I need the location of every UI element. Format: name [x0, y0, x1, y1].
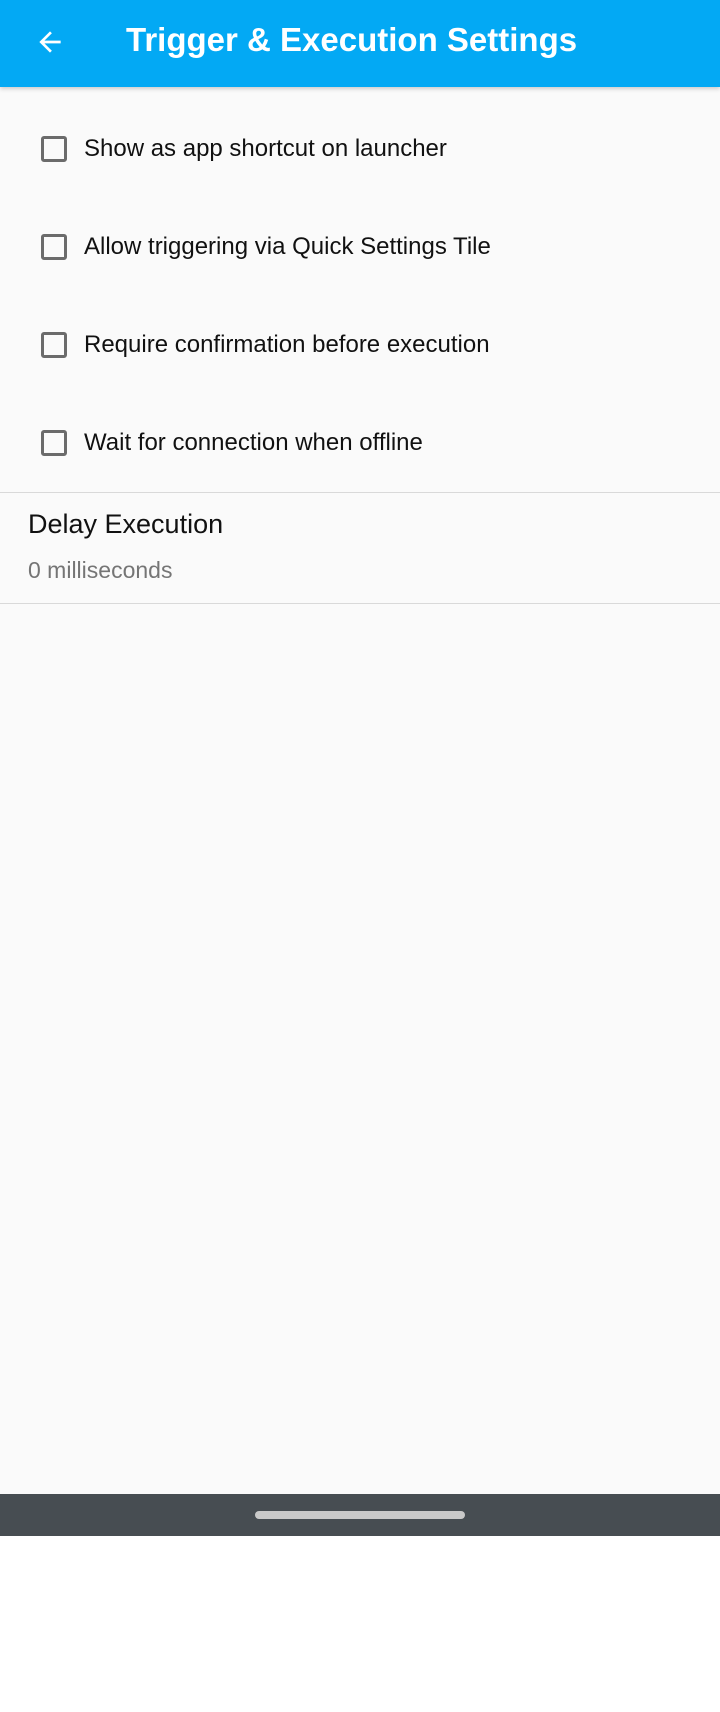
- settings-list: Show as app shortcut on launcher Allow t…: [0, 87, 720, 604]
- app-bar: Trigger & Execution Settings: [0, 0, 720, 87]
- delay-execution-setting[interactable]: Delay Execution 0 milliseconds: [0, 493, 720, 603]
- option-label: Show as app shortcut on launcher: [84, 135, 447, 162]
- home-handle[interactable]: [255, 1511, 465, 1519]
- arrow-back-icon: [39, 31, 61, 53]
- page-title: Trigger & Execution Settings: [126, 21, 578, 58]
- checkbox[interactable]: [41, 234, 67, 260]
- checkbox[interactable]: [41, 430, 67, 456]
- checkbox[interactable]: [41, 136, 67, 162]
- settings-screen: Trigger & Execution Settings Show as app…: [0, 0, 720, 1536]
- option-label: Wait for connection when offline: [84, 429, 423, 456]
- option-require-confirmation[interactable]: Require confirmation before execution: [0, 296, 720, 394]
- option-quick-settings-tile[interactable]: Allow triggering via Quick Settings Tile: [0, 198, 720, 296]
- delay-title: Delay Execution: [28, 509, 224, 539]
- divider: [0, 603, 720, 604]
- delay-summary: 0 milliseconds: [28, 557, 173, 583]
- back-button[interactable]: [22, 14, 78, 70]
- system-nav-bar: [0, 1494, 720, 1536]
- option-app-shortcut[interactable]: Show as app shortcut on launcher: [0, 100, 720, 198]
- option-label: Allow triggering via Quick Settings Tile: [84, 233, 491, 260]
- checkbox[interactable]: [41, 332, 67, 358]
- option-label: Require confirmation before execution: [84, 331, 490, 358]
- option-wait-for-connection[interactable]: Wait for connection when offline: [0, 394, 720, 492]
